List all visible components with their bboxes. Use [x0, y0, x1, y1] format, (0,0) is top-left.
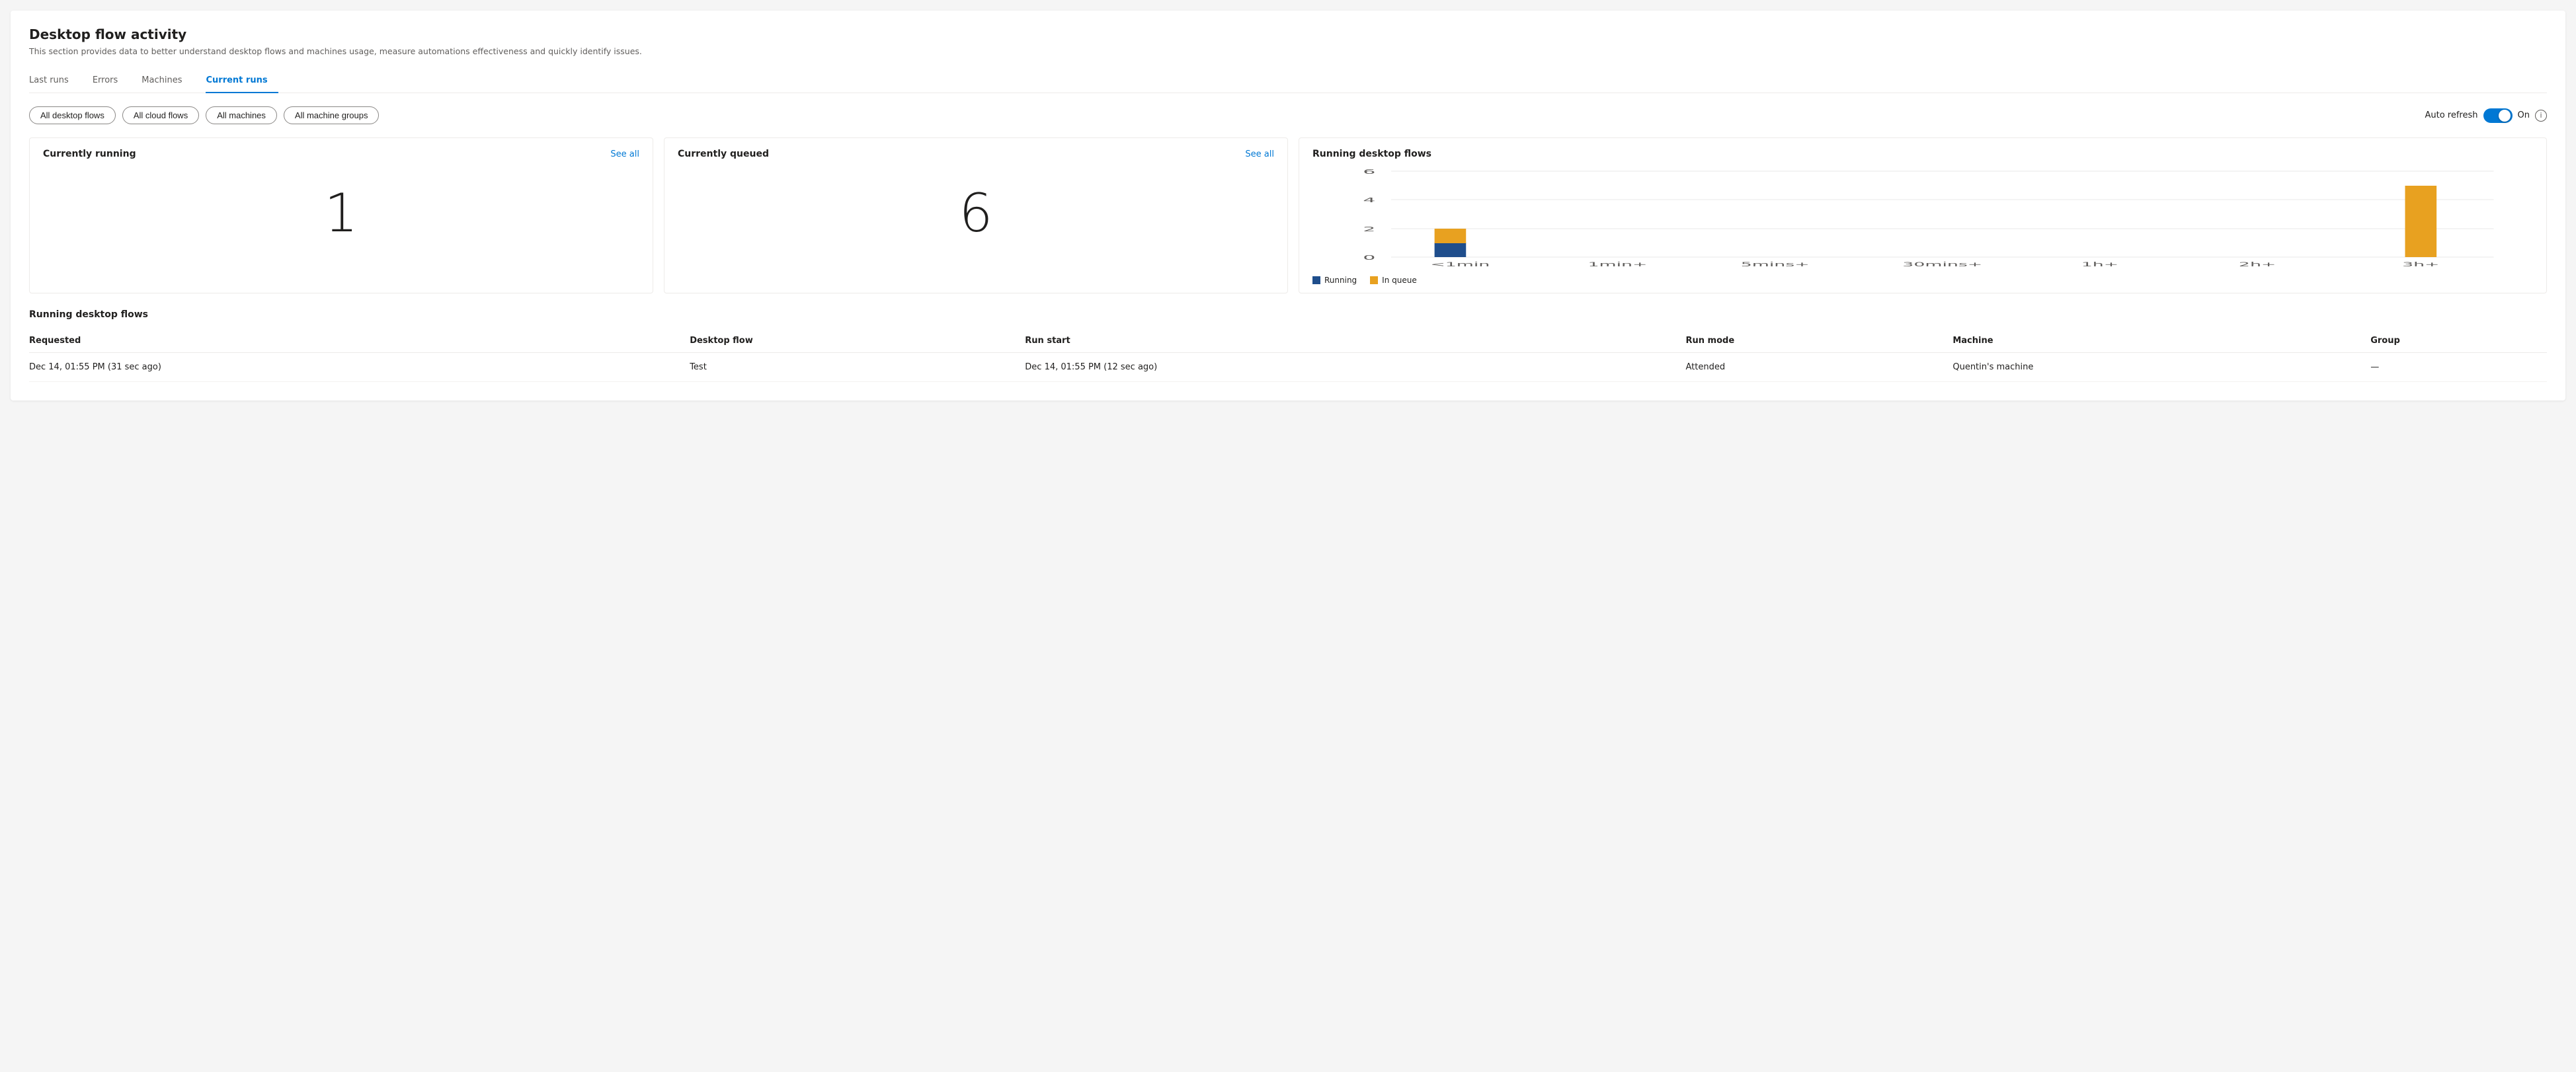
- data-table: Requested Desktop flow Run start Run mod…: [29, 330, 2547, 382]
- tab-machines[interactable]: Machines: [141, 70, 192, 93]
- auto-refresh-area: Auto refresh On i: [2425, 108, 2547, 123]
- col-group: Group: [2370, 330, 2547, 353]
- tab-current-runs[interactable]: Current runs: [206, 70, 278, 93]
- svg-text:<1min: <1min: [1430, 260, 1490, 268]
- legend-in-queue: In queue: [1370, 276, 1417, 285]
- col-run-start: Run start: [1025, 330, 1685, 353]
- cell-requested: Dec 14, 01:55 PM (31 sec ago): [29, 353, 690, 382]
- legend-running: Running: [1312, 276, 1357, 285]
- currently-queued-value: 6: [678, 167, 1274, 266]
- cell-run-start: Dec 14, 01:55 PM (12 sec ago): [1025, 353, 1685, 382]
- page-subtitle: This section provides data to better und…: [29, 46, 2547, 56]
- cards-row: Currently running See all 1 Currently qu…: [29, 137, 2547, 293]
- filter-all-cloud-flows[interactable]: All cloud flows: [122, 106, 199, 124]
- tab-last-runs[interactable]: Last runs: [29, 70, 79, 93]
- table-row: Dec 14, 01:55 PM (31 sec ago) Test Dec 1…: [29, 353, 2547, 382]
- svg-text:1h+: 1h+: [2081, 260, 2118, 268]
- legend-in-queue-label: In queue: [1382, 276, 1417, 285]
- auto-refresh-status: On: [2518, 110, 2530, 120]
- legend-running-dot: [1312, 276, 1320, 284]
- table-section: Running desktop flows Requested Desktop …: [29, 309, 2547, 382]
- cell-desktop-flow: Test: [690, 353, 1025, 382]
- svg-text:0: 0: [1363, 254, 1375, 262]
- cell-group: —: [2370, 353, 2547, 382]
- svg-text:5mins+: 5mins+: [1741, 260, 1810, 268]
- cell-run-mode: Attended: [1685, 353, 1952, 382]
- cell-machine: Quentin's machine: [1952, 353, 2370, 382]
- table-body: Dec 14, 01:55 PM (31 sec ago) Test Dec 1…: [29, 353, 2547, 382]
- currently-queued-see-all[interactable]: See all: [1245, 149, 1274, 159]
- legend-running-label: Running: [1324, 276, 1357, 285]
- table-title: Running desktop flows: [29, 309, 2547, 320]
- col-requested: Requested: [29, 330, 690, 353]
- col-run-mode: Run mode: [1685, 330, 1952, 353]
- currently-queued-header: Currently queued See all: [678, 149, 1274, 159]
- table-header: Requested Desktop flow Run start Run mod…: [29, 330, 2547, 353]
- chart-area: 6 4 2 0 <1min 1min+ 5mins+: [1312, 165, 2533, 270]
- svg-text:2h+: 2h+: [2239, 260, 2276, 268]
- currently-running-card: Currently running See all 1: [29, 137, 653, 293]
- filter-all-machine-groups[interactable]: All machine groups: [284, 106, 380, 124]
- running-desktop-flows-card: Running desktop flows 6 4 2: [1299, 137, 2547, 293]
- chart-legend: Running In queue: [1312, 276, 2533, 285]
- auto-refresh-toggle[interactable]: [2483, 108, 2513, 123]
- page-title: Desktop flow activity: [29, 26, 2547, 42]
- svg-text:3h+: 3h+: [2402, 260, 2439, 268]
- currently-running-title: Currently running: [43, 149, 136, 159]
- col-machine: Machine: [1952, 330, 2370, 353]
- tabs-bar: Last runs Errors Machines Current runs: [29, 69, 2547, 93]
- svg-text:30mins+: 30mins+: [1902, 260, 1982, 268]
- tab-errors[interactable]: Errors: [93, 70, 128, 93]
- svg-text:2: 2: [1363, 225, 1375, 233]
- info-icon[interactable]: i: [2535, 110, 2547, 122]
- filter-all-machines[interactable]: All machines: [206, 106, 277, 124]
- filter-all-desktop-flows[interactable]: All desktop flows: [29, 106, 116, 124]
- currently-running-value: 1: [43, 167, 639, 266]
- currently-queued-title: Currently queued: [678, 149, 769, 159]
- svg-text:4: 4: [1363, 196, 1375, 204]
- svg-text:1min+: 1min+: [1588, 260, 1648, 268]
- legend-in-queue-dot: [1370, 276, 1378, 284]
- col-desktop-flow: Desktop flow: [690, 330, 1025, 353]
- filters-row: All desktop flows All cloud flows All ma…: [29, 106, 2547, 124]
- currently-running-see-all[interactable]: See all: [610, 149, 639, 159]
- currently-running-header: Currently running See all: [43, 149, 639, 159]
- bar-chart: 6 4 2 0 <1min 1min+ 5mins+: [1312, 165, 2533, 270]
- chart-title: Running desktop flows: [1312, 149, 2533, 159]
- currently-queued-card: Currently queued See all 6: [664, 137, 1288, 293]
- svg-text:6: 6: [1363, 168, 1375, 176]
- auto-refresh-label: Auto refresh: [2425, 110, 2477, 120]
